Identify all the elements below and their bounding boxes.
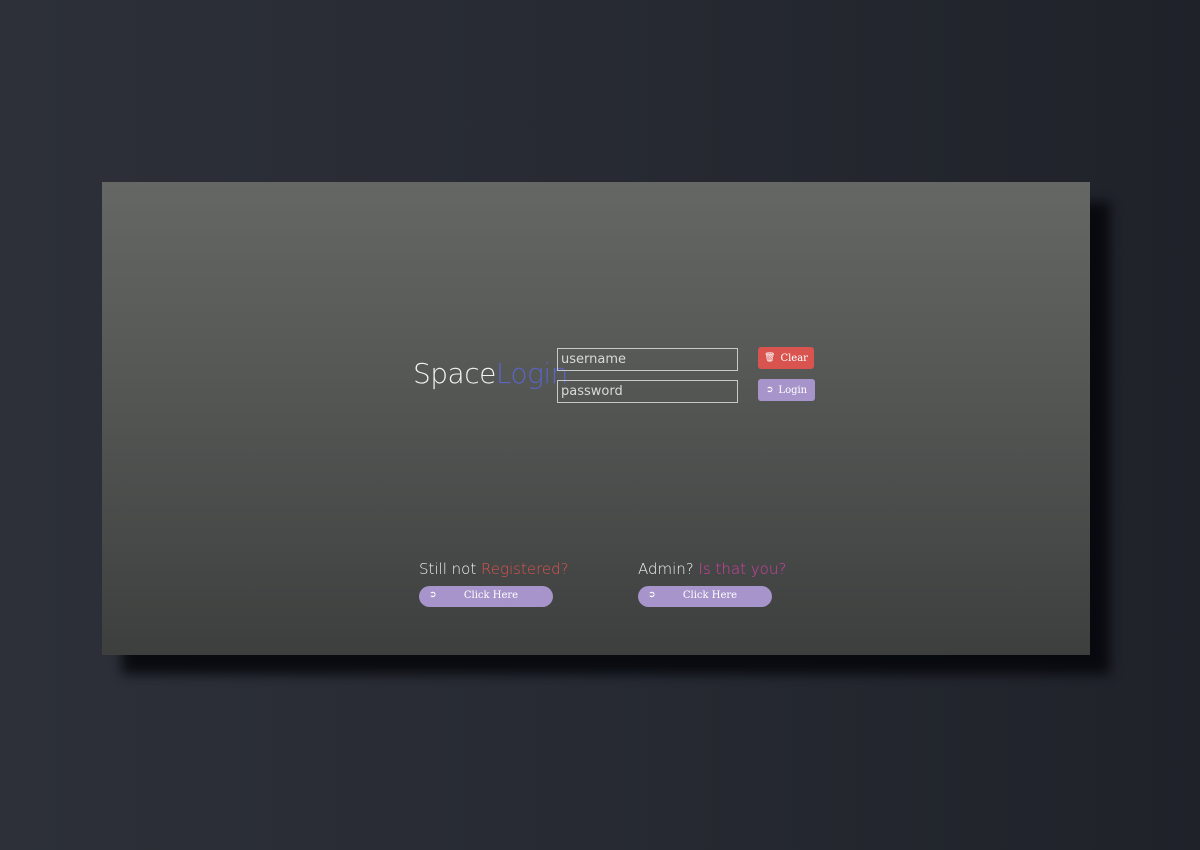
- clear-button-label: Clear: [780, 352, 808, 364]
- register-prompt-highlight: Registered?: [481, 560, 569, 578]
- username-input[interactable]: [557, 348, 738, 371]
- admin-prompt: Admin? Is that you?: [638, 560, 786, 578]
- login-button[interactable]: ➲ Login: [758, 379, 815, 401]
- brand-part-space: Space: [413, 357, 496, 390]
- brand-logo: SpaceLogin: [413, 357, 568, 390]
- trash-icon: 🗑: [764, 352, 776, 363]
- admin-prompt-prefix: Admin?: [638, 560, 699, 578]
- login-button-label: Login: [778, 384, 808, 396]
- register-button[interactable]: ➲ Click Here: [419, 586, 553, 607]
- login-panel: [102, 182, 1090, 655]
- clear-button[interactable]: 🗑 Clear: [758, 347, 814, 369]
- password-input[interactable]: [557, 380, 738, 403]
- register-prompt-prefix: Still not: [419, 560, 482, 578]
- admin-button[interactable]: ➲ Click Here: [638, 586, 772, 607]
- register-button-label: Click Here: [463, 590, 519, 601]
- admin-button-label: Click Here: [682, 590, 738, 601]
- admin-prompt-highlight: Is that you?: [698, 560, 787, 578]
- sign-in-icon: ➲: [765, 384, 774, 395]
- register-prompt: Still not Registered?: [419, 560, 569, 578]
